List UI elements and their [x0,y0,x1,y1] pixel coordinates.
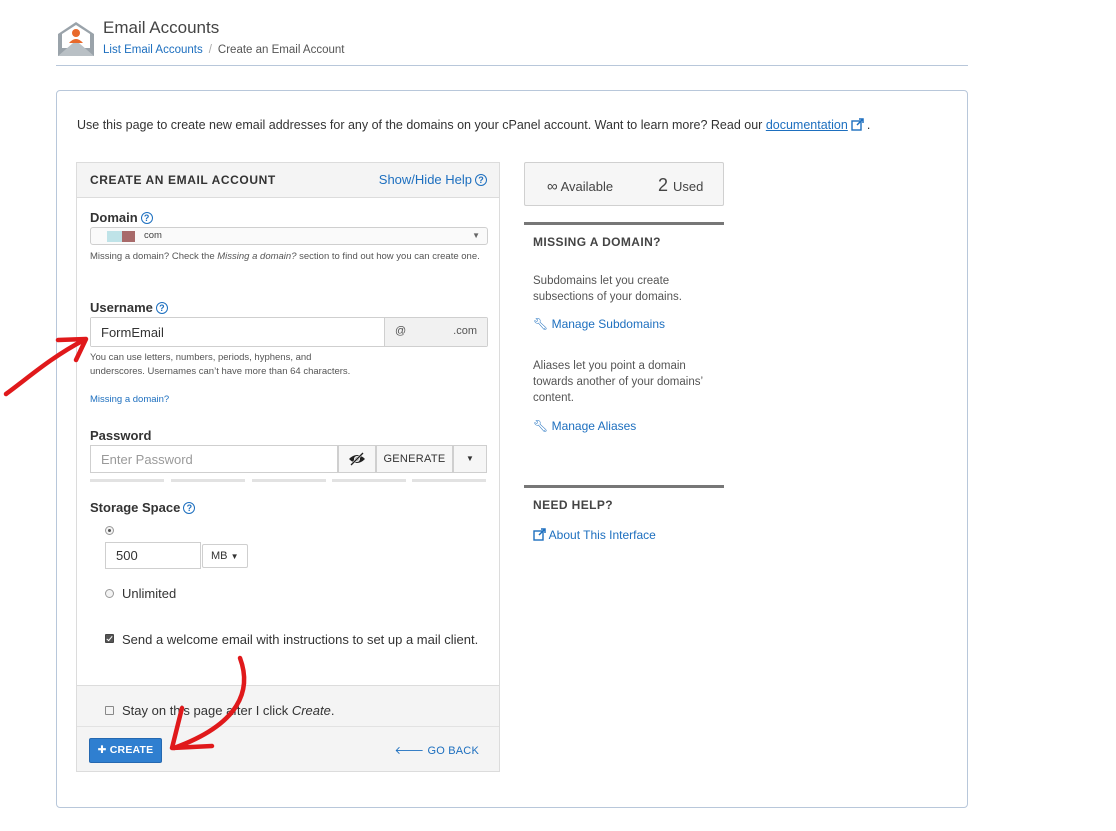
generate-options-dropdown[interactable]: ▼ [453,445,487,473]
plus-icon: ✚ [97,744,107,756]
manage-aliases-link[interactable]: 🔧︎ Manage Aliases [533,419,636,433]
breadcrumb-current: Create an Email Account [217,44,345,56]
username-label-text: Username [90,300,153,315]
wrench-icon: 🔧︎ [533,317,549,331]
form-footer: Stay on this page after I click Create. … [77,685,499,771]
account-usage-stats: ∞ Available 2 Used [524,162,724,206]
password-group: GENERATE ▼ [90,445,487,473]
storage-label: Storage Space? [90,500,196,515]
go-back-link[interactable]: 🡐 GO BACK [395,743,480,757]
need-help-section: NEED HELP? About This Interface [524,485,724,555]
external-link-icon [851,118,864,131]
missing-domain-heading: MISSING A DOMAIN? [533,235,661,249]
intro-text: Use this page to create new email addres… [77,118,870,132]
domain-hint-text-2: section to find out how you can create o… [296,251,480,262]
domain-hint: Missing a domain? Check the Missing a do… [90,250,485,264]
available-count: ∞ Available [547,178,613,195]
username-group: @ .com [90,317,488,347]
username-domain-addon: @ .com [384,318,487,346]
stay-on-page-checkbox[interactable] [105,706,114,715]
stay-on-page-period: . [330,703,335,718]
domain-redacted-block [107,231,122,242]
breadcrumb: List Email Accounts / Create an Email Acco… [103,44,345,56]
wrench-icon: 🔧︎ [533,419,549,433]
infinity-symbol: ∞ [547,178,558,195]
password-label: Password [90,428,152,443]
quota-unit-select[interactable]: MB ▼ [202,544,248,568]
password-strength-segment [332,479,406,482]
form-header: CREATE AN EMAIL ACCOUNT Show/Hide Help? [77,163,499,198]
quota-unlimited-radio[interactable] [105,589,114,598]
intro-body: Use this page to create new email addres… [77,118,763,132]
stay-on-page-label: Stay on this page after I click Create. [122,703,334,718]
eye-slash-icon [349,452,365,466]
welcome-email-label: Send a welcome email with instructions t… [122,632,479,647]
question-circle-icon: ? [475,174,487,186]
need-help-heading: NEED HELP? [533,498,614,512]
arrow-left-icon: 🡐 [394,745,425,757]
show-hide-help-link[interactable]: Show/Hide Help? [379,172,487,187]
subdomains-text: Subdomains let you create subsections of… [533,275,682,303]
caret-down-icon: ▼ [230,552,239,561]
manage-aliases-label: Manage Aliases [551,419,637,433]
create-button-label: CREATE [109,744,154,756]
chevron-down-icon: ▼ [472,231,480,240]
page-title: Email Accounts [103,18,220,37]
unlimited-label: Unlimited [122,586,177,601]
domain-label-text: Domain [90,210,138,225]
missing-domain-link[interactable]: Missing a domain? [90,393,169,407]
header-divider [56,65,968,66]
domain-redacted-block [122,231,135,242]
missing-domain-section: MISSING A DOMAIN? Subdomains let you cre… [524,222,724,462]
aliases-text: Aliases let you point a domain towards a… [533,360,703,404]
at-symbol: @ [395,325,407,337]
breadcrumb-list-email-accounts[interactable]: List Email Accounts [103,44,203,56]
stay-on-page-text: Stay on this page after I click [122,703,292,718]
storage-help-icon[interactable]: ? [183,502,196,514]
generate-password-button[interactable]: GENERATE [376,445,453,473]
manage-subdomains-link[interactable]: 🔧︎ Manage Subdomains [533,317,665,331]
email-accounts-envelope-icon [58,22,94,56]
storage-label-text: Storage Space [90,500,181,515]
username-help-icon[interactable]: ? [155,302,168,314]
username-input[interactable] [91,318,385,346]
about-interface-label: About This Interface [548,528,656,542]
used-count: 2 [658,175,669,195]
create-button[interactable]: ✚ CREATE [89,738,162,763]
domain-selected-value: com [144,230,162,241]
password-strength-segment [90,479,164,482]
go-back-label: GO BACK [427,745,479,757]
available-label: Available [560,179,614,194]
password-strength-segment [171,479,245,482]
toggle-password-visibility-button[interactable] [338,445,376,473]
password-strength-segment [252,479,326,482]
domain-hint-text: Missing a domain? Check the [90,251,218,262]
stay-on-page-create: Create [291,703,331,718]
password-input[interactable] [90,445,338,473]
show-hide-help-label: Show/Hide Help [378,172,472,187]
quota-input[interactable] [105,542,201,569]
domain-help-icon[interactable]: ? [140,212,153,224]
domain-select[interactable]: com ▼ [90,227,488,245]
username-domain-suffix: .com [453,325,477,337]
domain-hint-emphasis: Missing a domain? [217,251,297,262]
about-interface-link[interactable]: About This Interface [533,528,656,542]
footer-divider [77,726,499,727]
password-strength-segment [412,479,486,482]
manage-subdomains-label: Manage Subdomains [551,317,665,331]
username-label: Username? [90,300,168,315]
username-hint: You can use letters, numbers, periods, h… [90,352,351,377]
used-label: Used [673,179,704,194]
intro-suffix: . [866,118,871,132]
form-heading: CREATE AN EMAIL ACCOUNT [90,173,276,187]
documentation-link[interactable]: documentation [766,118,848,132]
domain-label: Domain? [90,210,153,225]
caret-down-icon: ▼ [466,454,474,463]
breadcrumb-separator: / [208,44,212,56]
quota-unit-value: MB [211,550,228,562]
create-email-form: CREATE AN EMAIL ACCOUNT Show/Hide Help? … [76,162,500,772]
quota-limited-radio[interactable] [105,526,114,535]
external-link-icon [533,528,546,541]
